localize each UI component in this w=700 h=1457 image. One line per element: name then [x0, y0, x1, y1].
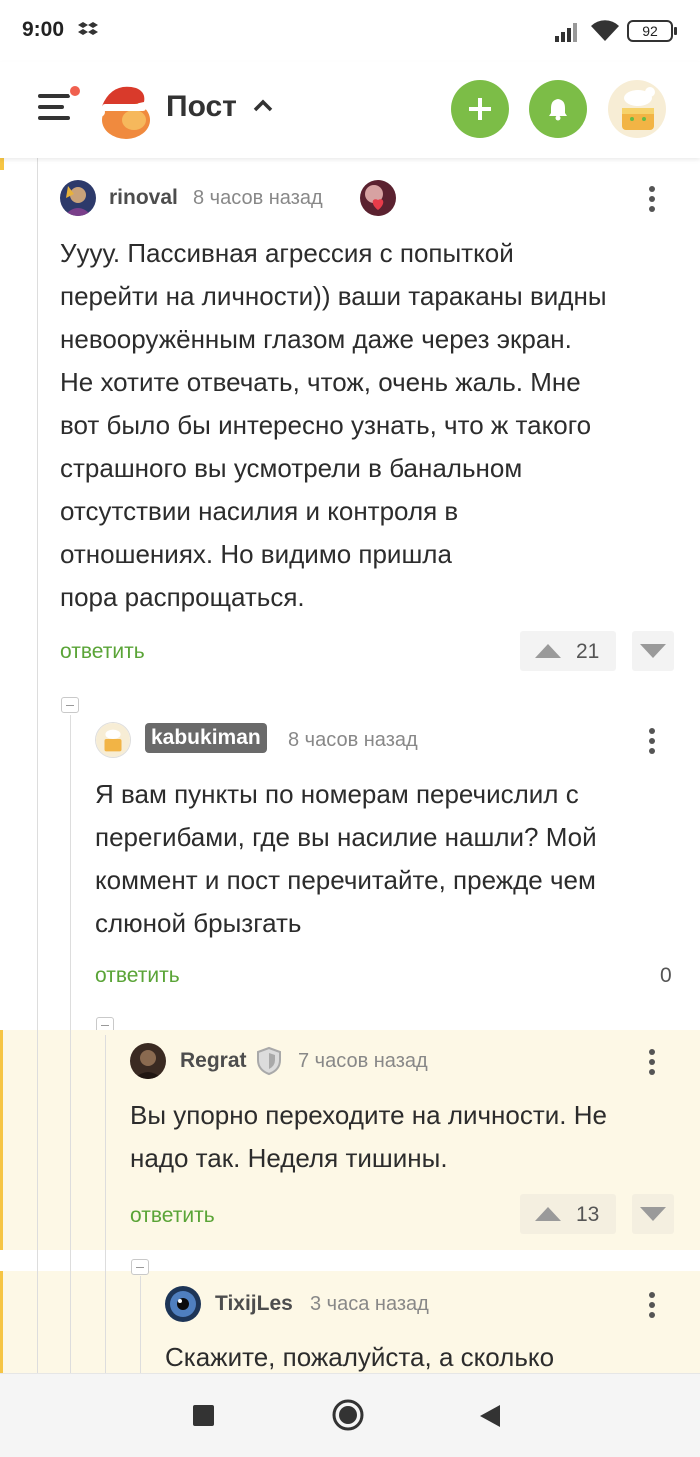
comment-time[interactable]: 7 часов назад [298, 1050, 428, 1073]
comment-menu-button[interactable] [648, 1290, 656, 1320]
shield-icon [257, 1046, 281, 1076]
notifications-button[interactable] [529, 80, 587, 138]
battery-indicator: 92 [627, 20, 677, 42]
arrow-up-icon [535, 644, 561, 658]
collapse-thread-button[interactable] [61, 697, 79, 713]
comment-author[interactable]: rinoval [109, 186, 178, 210]
menu-button[interactable] [38, 84, 82, 124]
profile-avatar[interactable] [608, 80, 666, 138]
status-time: 9:00 [22, 18, 65, 41]
comment-menu-button[interactable] [648, 726, 656, 756]
comment-text: Вы упорно переходите на личности. Не над… [130, 1100, 607, 1173]
dropbox-icon [78, 22, 98, 35]
upvote-button[interactable]: 13 [520, 1194, 616, 1234]
add-icon [469, 98, 491, 120]
home-icon[interactable] [331, 1398, 365, 1432]
comment-text: Уууу. Пассивная агрессия с попыткой пере… [60, 238, 607, 612]
avatar[interactable] [95, 722, 131, 758]
bell-icon [549, 99, 567, 121]
collapse-thread-button[interactable] [131, 1259, 149, 1275]
comment-time[interactable]: 8 часов назад [193, 187, 323, 210]
avatar[interactable] [60, 180, 96, 216]
notification-dot [68, 84, 82, 98]
back-icon[interactable] [478, 1403, 502, 1429]
rating-count: 13 [576, 1203, 600, 1226]
arrow-down-icon [640, 1207, 666, 1221]
system-nav-bar [0, 1373, 700, 1457]
reply-link[interactable]: ответить [60, 640, 145, 664]
rating-count: 0 [660, 964, 672, 987]
arrow-up-icon [535, 1207, 561, 1221]
comment-menu-button[interactable] [648, 184, 656, 214]
avatar[interactable] [165, 1286, 201, 1322]
comment-menu-button[interactable] [648, 1047, 656, 1077]
logo-icon[interactable] [92, 76, 154, 142]
reply-link[interactable]: ответить [130, 1204, 215, 1228]
comment-text: Я вам пункты по номерам перечислил с пер… [95, 779, 597, 938]
comment-author[interactable]: Regrat [180, 1049, 247, 1073]
comment-time[interactable]: 3 часа назад [310, 1293, 429, 1316]
wifi-icon [591, 20, 619, 41]
downvote-button[interactable] [632, 631, 674, 671]
comment-time[interactable]: 8 часов назад [288, 729, 418, 752]
status-bar: 9:00 92 [0, 0, 700, 62]
downvote-button[interactable] [632, 1194, 674, 1234]
arrow-down-icon [640, 644, 666, 658]
signal-icon [555, 23, 577, 42]
award-badge-icon[interactable] [360, 180, 396, 216]
menu-icon [38, 94, 70, 98]
add-post-button[interactable] [451, 80, 509, 138]
page-title[interactable]: Пост [166, 90, 237, 124]
reply-link[interactable]: ответить [95, 964, 180, 988]
stop-icon[interactable] [193, 1405, 214, 1426]
upvote-button[interactable]: 21 [520, 631, 616, 671]
comment-text: Скажите, пожалуйста, а сколько [165, 1342, 555, 1372]
app-header: Пост [0, 62, 700, 158]
avatar[interactable] [130, 1043, 166, 1079]
post-accent-line [0, 158, 4, 170]
rating-count: 21 [576, 640, 600, 663]
comment-author[interactable]: TixijLes [215, 1292, 293, 1316]
chevron-up-icon[interactable] [253, 98, 273, 112]
comment-author[interactable]: kabukiman [145, 723, 267, 753]
